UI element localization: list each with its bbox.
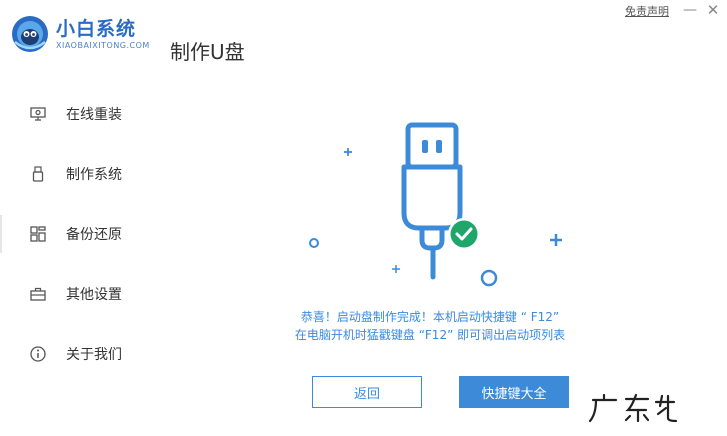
sidebar-item-backup-restore[interactable]: 备份还原 <box>0 214 150 254</box>
plus-decoration-icon <box>550 234 562 246</box>
plus-decoration-icon <box>392 265 400 273</box>
hotkeys-button[interactable]: 快捷键大全 <box>459 376 569 408</box>
sidebar-item-about-us[interactable]: 关于我们 <box>0 334 150 374</box>
sidebar-item-label: 在线重装 <box>66 107 122 123</box>
toolbox-icon <box>29 285 47 303</box>
sidebar-item-label: 关于我们 <box>66 347 122 363</box>
hotkey-hint: 在电脑开机时猛戳键盘 “F12” 即可调出启动项列表 <box>294 328 566 342</box>
success-message: 恭喜！启动盘制作完成！本机启动快捷键 “ F12” <box>300 310 560 324</box>
success-check-icon <box>448 218 480 250</box>
app-window: 小白系统 XIAOBAIXITONG.COM 制作U盘 免责声明 — ✕ 在线重… <box>0 0 727 436</box>
sidebar-item-label: 备份还原 <box>66 227 122 243</box>
info-icon <box>29 345 47 363</box>
close-button[interactable]: ✕ <box>702 0 724 20</box>
back-button[interactable]: 返回 <box>312 376 422 408</box>
minimize-button[interactable]: — <box>679 0 701 20</box>
sidebar-item-online-reinstall[interactable]: 在线重装 <box>0 94 150 134</box>
sidebar-item-other-settings[interactable]: 其他设置 <box>0 274 150 314</box>
usb-success-illustration <box>309 122 562 287</box>
usb-plug-icon <box>401 122 463 280</box>
plus-decoration-icon <box>344 148 352 156</box>
page-title: 制作U盘 <box>170 40 245 64</box>
app-logo <box>12 16 48 52</box>
monitor-icon <box>29 105 47 123</box>
brand-subtitle: XIAOBAIXITONG.COM <box>56 41 150 50</box>
disclaimer-link[interactable]: 免责声明 <box>625 3 669 19</box>
watermark-logo <box>588 393 678 423</box>
active-indicator <box>0 215 2 253</box>
brand-name: 小白系统 <box>56 18 137 40</box>
sidebar-item-label: 其他设置 <box>66 287 122 303</box>
usb-icon <box>29 165 47 183</box>
sidebar: 在线重装 制作系统 备份还原 其他设置 关于我们 <box>0 84 150 384</box>
ring-decoration-icon <box>480 269 498 287</box>
grid-icon <box>29 225 47 243</box>
sidebar-item-label: 制作系统 <box>66 167 122 183</box>
sidebar-item-make-system[interactable]: 制作系统 <box>0 154 150 194</box>
ring-decoration-icon <box>309 238 319 248</box>
